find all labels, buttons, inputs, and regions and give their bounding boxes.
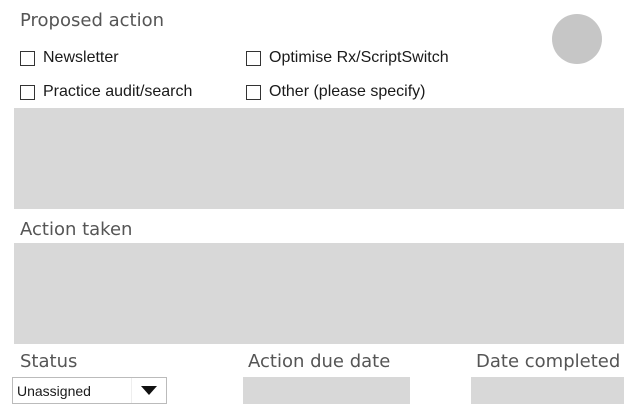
status-label: Status	[20, 351, 78, 372]
checkbox-option-newsletter[interactable]: Newsletter	[20, 50, 119, 66]
date-completed-label: Date completed	[476, 351, 621, 372]
action-due-date-label: Action due date	[248, 351, 391, 372]
status-selected-value: Unassigned	[17, 382, 91, 399]
proposed-action-label: Proposed action	[20, 10, 164, 31]
checkbox-option-other[interactable]: Other (please specify)	[246, 84, 426, 100]
checkbox-option-optimise-rx[interactable]: Optimise Rx/ScriptSwitch	[246, 50, 449, 66]
other-checkbox[interactable]	[246, 84, 261, 100]
date-completed-input[interactable]	[471, 377, 624, 404]
checkbox-option-practice-audit[interactable]: Practice audit/search	[20, 84, 192, 100]
action-taken-textarea[interactable]	[14, 243, 624, 344]
optimise-rx-checkbox[interactable]	[246, 50, 261, 66]
practice-audit-label: Practice audit/search	[43, 83, 193, 100]
status-dropdown-toggle[interactable]	[131, 378, 166, 403]
newsletter-checkbox[interactable]	[20, 50, 35, 66]
newsletter-label: Newsletter	[43, 49, 119, 66]
action-taken-label: Action taken	[20, 219, 133, 240]
chevron-down-icon	[141, 386, 157, 395]
proposed-action-textarea[interactable]	[14, 108, 624, 209]
practice-audit-checkbox[interactable]	[20, 84, 35, 100]
status-select[interactable]: Unassigned	[12, 377, 167, 404]
status-indicator-circle	[552, 14, 602, 64]
optimise-rx-label: Optimise Rx/ScriptSwitch	[269, 49, 449, 66]
action-due-date-input[interactable]	[243, 377, 410, 404]
other-label: Other (please specify)	[269, 83, 426, 100]
